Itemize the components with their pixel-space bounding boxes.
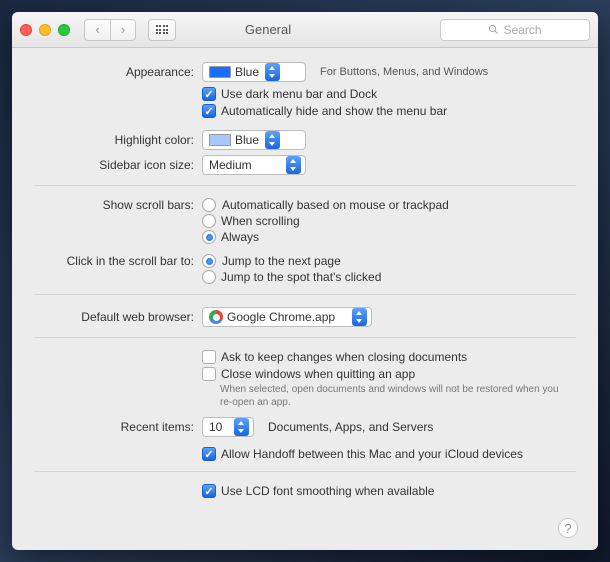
help-icon: ? — [564, 521, 571, 536]
divider — [34, 337, 576, 338]
close-windows-checkbox[interactable] — [202, 367, 216, 381]
browser-value: Google Chrome.app — [227, 310, 335, 324]
scrollbars-label: Show scroll bars: — [34, 198, 202, 212]
scrollbars-always-label: Always — [221, 230, 259, 244]
select-arrows-icon — [352, 308, 367, 326]
appearance-hint: For Buttons, Menus, and Windows — [320, 66, 488, 78]
select-arrows-icon — [286, 156, 301, 174]
ask-keep-changes-checkbox[interactable] — [202, 350, 216, 364]
sidebar-size-select[interactable]: Medium — [202, 155, 306, 175]
click-next-page-label: Jump to the next page — [222, 254, 341, 268]
divider — [34, 294, 576, 295]
chrome-icon — [209, 310, 223, 324]
recent-items-value: 10 — [209, 420, 222, 434]
select-arrows-icon — [265, 131, 280, 149]
window-title: General — [102, 22, 434, 37]
select-arrows-icon — [234, 418, 249, 436]
recent-items-after: Documents, Apps, and Servers — [268, 420, 433, 434]
browser-label: Default web browser: — [34, 310, 202, 324]
click-spot-radio[interactable] — [202, 270, 216, 284]
scrollbars-auto-radio[interactable] — [202, 198, 216, 212]
ask-keep-changes-label: Ask to keep changes when closing documen… — [221, 350, 467, 364]
recent-items-select[interactable]: 10 — [202, 417, 254, 437]
handoff-checkbox[interactable] — [202, 447, 216, 461]
auto-hide-menu-checkbox[interactable] — [202, 104, 216, 118]
search-field[interactable]: Search — [440, 19, 590, 41]
divider — [34, 471, 576, 472]
close-windows-hint: When selected, open documents and window… — [220, 383, 560, 409]
lcd-smoothing-label: Use LCD font smoothing when available — [221, 484, 434, 498]
sidebar-size-value: Medium — [209, 158, 252, 172]
search-icon — [488, 24, 499, 35]
scrollbars-scrolling-label: When scrolling — [221, 214, 300, 228]
click-spot-label: Jump to the spot that's clicked — [221, 270, 381, 284]
auto-hide-menu-label: Automatically hide and show the menu bar — [221, 104, 447, 118]
recent-items-label: Recent items: — [34, 420, 202, 434]
scrollbars-auto-label: Automatically based on mouse or trackpad — [222, 198, 449, 212]
highlight-swatch-icon — [209, 134, 231, 146]
sidebar-size-label: Sidebar icon size: — [34, 158, 202, 172]
scrollbars-always-radio[interactable] — [202, 230, 216, 244]
close-windows-label: Close windows when quitting an app — [221, 367, 415, 381]
appearance-value: Blue — [235, 65, 259, 79]
blue-swatch-icon — [209, 66, 231, 78]
chevron-left-icon: ‹ — [95, 22, 99, 37]
select-arrows-icon — [265, 63, 280, 81]
scrollbars-scrolling-radio[interactable] — [202, 214, 216, 228]
lcd-smoothing-checkbox[interactable] — [202, 484, 216, 498]
divider — [34, 185, 576, 186]
browser-select[interactable]: Google Chrome.app — [202, 307, 372, 327]
dark-menu-checkbox[interactable] — [202, 87, 216, 101]
close-window-button[interactable] — [20, 24, 32, 36]
handoff-label: Allow Handoff between this Mac and your … — [221, 447, 523, 461]
dark-menu-label: Use dark menu bar and Dock — [221, 87, 377, 101]
click-scroll-label: Click in the scroll bar to: — [34, 254, 202, 268]
general-preferences-window: ‹ › General Search Appearance: Blue — [12, 12, 598, 550]
highlight-select[interactable]: Blue — [202, 130, 306, 150]
help-button[interactable]: ? — [558, 518, 578, 538]
highlight-label: Highlight color: — [34, 133, 202, 147]
appearance-select[interactable]: Blue — [202, 62, 306, 82]
appearance-label: Appearance: — [34, 65, 202, 79]
content-area: Appearance: Blue For Buttons, Menus, and… — [12, 48, 598, 511]
highlight-value: Blue — [235, 133, 259, 147]
minimize-window-button[interactable] — [39, 24, 51, 36]
search-placeholder: Search — [503, 23, 541, 37]
titlebar: ‹ › General Search — [12, 12, 598, 48]
click-next-page-radio[interactable] — [202, 254, 216, 268]
zoom-window-button[interactable] — [58, 24, 70, 36]
window-controls — [20, 24, 70, 36]
